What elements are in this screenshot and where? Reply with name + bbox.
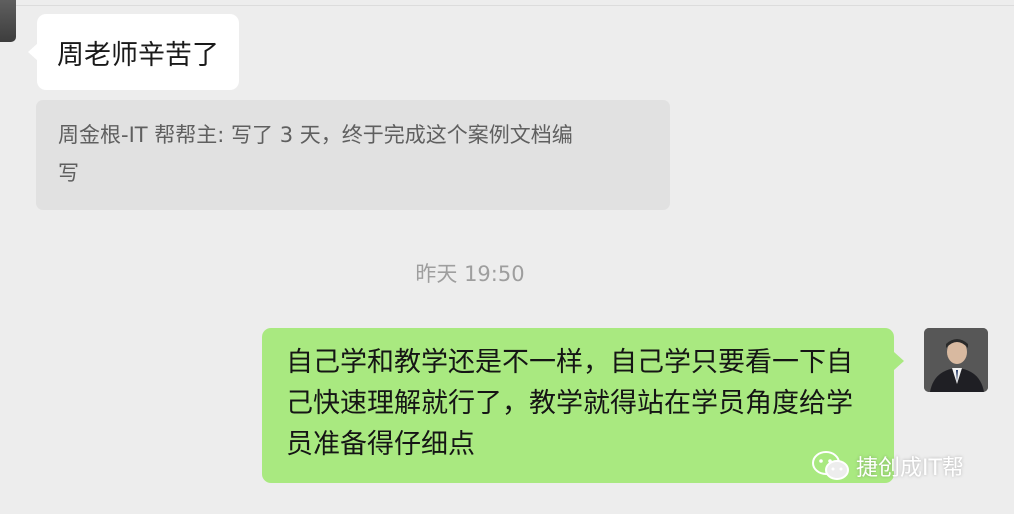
watermark-text: 捷创成IT帮 bbox=[856, 456, 964, 481]
quoted-message-line-2: 写 bbox=[58, 161, 79, 185]
person-avatar-icon bbox=[924, 328, 988, 392]
outgoing-message-line-3: 员准备得仔细点 bbox=[286, 429, 475, 460]
chat-window: 周老师辛苦了 周金根-IT 帮帮主: 写了 3 天，终于完成这个案例文档编 写 … bbox=[0, 0, 1014, 514]
outgoing-message-bubble[interactable]: 自己学和教学还是不一样，自己学只要看一下自 己快速理解就行了，教学就得站在学员角… bbox=[262, 328, 904, 483]
message-timestamp: 昨天 19:50 bbox=[415, 262, 525, 286]
watermark: 捷创成IT帮 bbox=[812, 450, 964, 482]
sender-avatar[interactable] bbox=[0, 0, 16, 42]
incoming-message-bubble[interactable]: 周老师辛苦了 bbox=[28, 14, 239, 90]
wechat-logo-icon bbox=[812, 451, 849, 480]
quoted-message-line-1: 周金根-IT 帮帮主: 写了 3 天，终于完成这个案例文档编 bbox=[58, 123, 573, 147]
incoming-message-text: 周老师辛苦了 bbox=[57, 39, 219, 71]
bubble-tail bbox=[28, 43, 38, 61]
outgoing-message-line-1: 自己学和教学还是不一样，自己学只要看一下自 bbox=[286, 347, 853, 378]
quoted-message[interactable]: 周金根-IT 帮帮主: 写了 3 天，终于完成这个案例文档编 写 bbox=[36, 100, 670, 210]
bubble-tail bbox=[894, 352, 904, 370]
outgoing-message-line-2: 己快速理解就行了，教学就得站在学员角度给学 bbox=[286, 388, 853, 419]
own-avatar[interactable] bbox=[924, 328, 988, 392]
top-divider bbox=[0, 5, 1014, 6]
